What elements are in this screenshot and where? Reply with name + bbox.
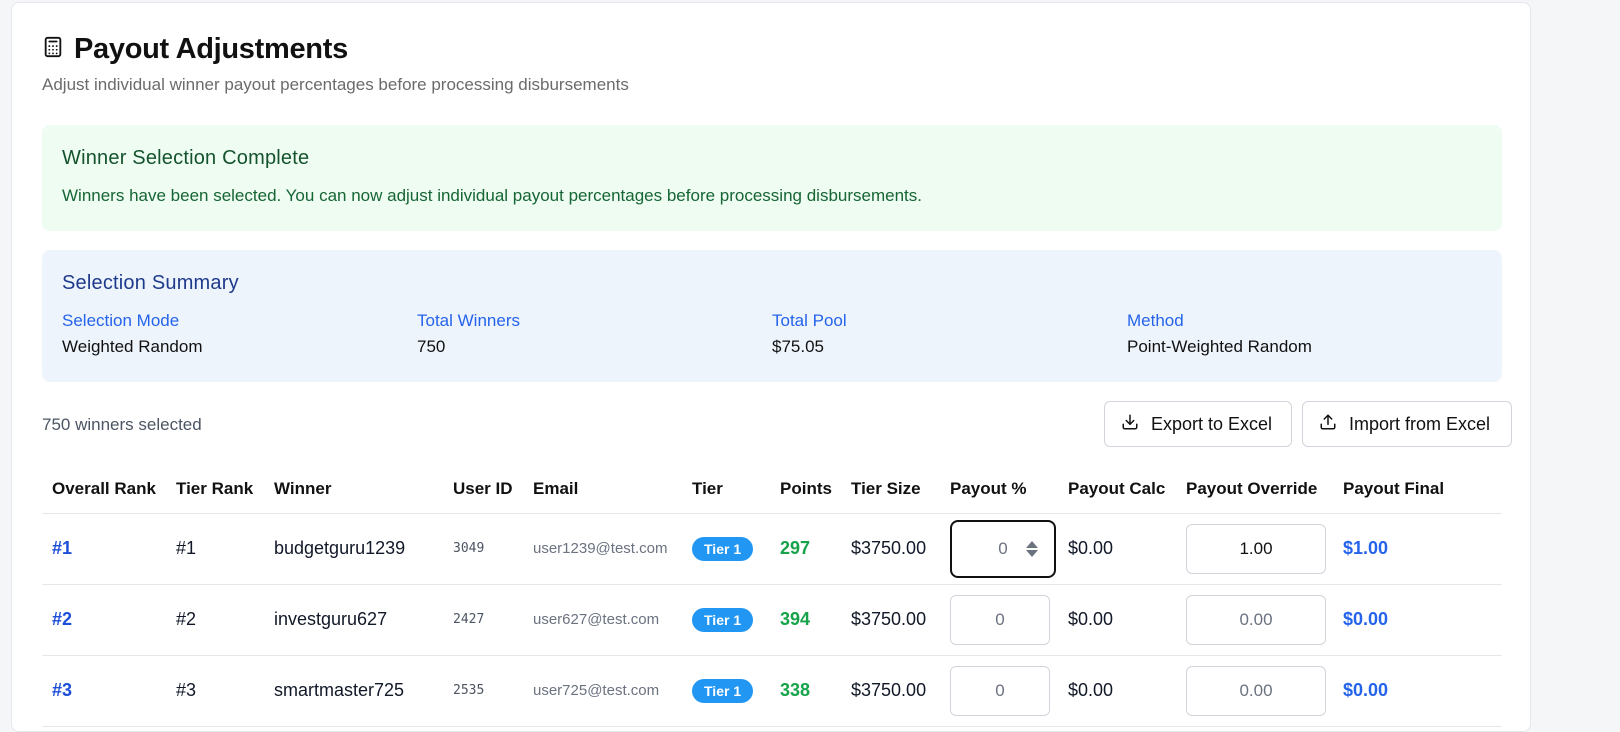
tier-cell: Tier 1	[682, 584, 770, 656]
number-spinner[interactable]	[1026, 540, 1038, 557]
upload-icon	[1319, 413, 1337, 436]
user-id: 2535	[443, 655, 523, 727]
selection-summary-title: Selection Summary	[62, 272, 239, 294]
export-button-label: Export to Excel	[1151, 413, 1273, 434]
download-icon	[1121, 413, 1139, 436]
success-alert: Winner Selection Complete Winners have b…	[42, 125, 1502, 231]
summary-value: 750	[417, 337, 446, 356]
winner-email: user627@test.com	[523, 584, 682, 656]
payout-calc: $0.00	[1058, 655, 1176, 727]
column-header-overall-rank[interactable]: Overall Rank	[42, 465, 166, 514]
column-header-payout-pct[interactable]: Payout %	[940, 465, 1058, 514]
overall-rank-link[interactable]: #3	[42, 655, 166, 727]
payout-override-cell: 1.00	[1176, 513, 1333, 585]
payout-pct-input[interactable]: 0	[950, 665, 1050, 716]
tier-badge: Tier 1	[692, 536, 754, 561]
winner-email: user725@test.com	[523, 655, 682, 727]
column-header-payout-calc[interactable]: Payout Calc	[1058, 465, 1176, 514]
points: 297	[770, 513, 841, 585]
column-header-user-id[interactable]: User ID	[443, 465, 523, 514]
tier-size: $3750.00	[841, 655, 940, 727]
summary-item-selection-mode: Selection Mode Weighted Random	[62, 311, 417, 357]
summary-item-total-pool: Total Pool $75.05	[772, 311, 1127, 357]
tier-rank: #2	[166, 584, 264, 656]
calculator-icon	[42, 36, 64, 63]
column-header-payout-final[interactable]: Payout Final	[1333, 465, 1502, 514]
payout-override-input[interactable]: 0.00	[1186, 665, 1326, 716]
winner-name: budgetguru1239	[264, 513, 443, 585]
payout-override-input[interactable]: 0.00	[1186, 594, 1326, 645]
page-title: Payout Adjustments	[74, 32, 348, 65]
payout-pct-input[interactable]: 0	[950, 594, 1050, 645]
column-header-tier-rank[interactable]: Tier Rank	[166, 465, 264, 514]
summary-label: Selection Mode	[62, 311, 180, 330]
summary-value: $75.05	[772, 337, 824, 356]
payout-pct-cell: 0	[940, 584, 1058, 656]
payout-final: $0.00	[1333, 584, 1502, 656]
tier-cell: Tier 1	[682, 655, 770, 727]
export-to-excel-button[interactable]: Export to Excel	[1104, 401, 1292, 447]
winners-count: 750 winners selected	[42, 415, 202, 434]
spinner-up-icon[interactable]	[1026, 540, 1038, 548]
payout-override-input[interactable]: 1.00	[1186, 523, 1326, 574]
summary-label: Method	[1127, 311, 1184, 330]
payout-override-cell: 0.00	[1176, 655, 1333, 727]
payout-final: $1.00	[1333, 513, 1502, 585]
winner-name: smartmaster725	[264, 655, 443, 727]
title-row: Payout Adjustments	[42, 31, 629, 67]
overall-rank-link[interactable]: #2	[42, 584, 166, 656]
success-alert-title: Winner Selection Complete	[62, 147, 310, 169]
table-header-row: Overall Rank Tier Rank Winner User ID Em…	[42, 465, 1502, 514]
import-button-label: Import from Excel	[1349, 413, 1491, 434]
payout-final: $0.00	[1333, 655, 1502, 727]
winner-email: user1239@test.com	[523, 513, 682, 585]
selection-summary: Selection Summary Selection Mode Weighte…	[42, 250, 1502, 382]
payout-calc: $0.00	[1058, 584, 1176, 656]
tier-cell: Tier 1	[682, 513, 770, 585]
payout-adjustments-card: Payout Adjustments Adjust individual win…	[11, 2, 1531, 732]
summary-value: Weighted Random	[62, 337, 203, 356]
table-row: #2 #2 investguru627 2427 user627@test.co…	[42, 584, 1502, 656]
tier-rank: #3	[166, 655, 264, 727]
payout-calc: $0.00	[1058, 513, 1176, 585]
points: 338	[770, 655, 841, 727]
table-row: #1 #1 budgetguru1239 3049 user1239@test.…	[42, 513, 1502, 585]
overall-rank-link[interactable]: #1	[42, 513, 166, 585]
summary-item-method: Method Point-Weighted Random	[1127, 311, 1482, 357]
winner-name: investguru627	[264, 584, 443, 656]
payout-pct-value: 0	[998, 538, 1008, 558]
tier-badge: Tier 1	[692, 607, 754, 632]
column-header-tier-size[interactable]: Tier Size	[841, 465, 940, 514]
table-row: #3 #3 smartmaster725 2535 user725@test.c…	[42, 655, 1502, 727]
tier-size: $3750.00	[841, 513, 940, 585]
page-header: Payout Adjustments Adjust individual win…	[42, 31, 629, 95]
tier-badge: Tier 1	[692, 678, 754, 703]
winners-table: Overall Rank Tier Rank Winner User ID Em…	[42, 465, 1502, 727]
payout-override-cell: 0.00	[1176, 584, 1333, 656]
page-subtitle: Adjust individual winner payout percenta…	[42, 75, 629, 94]
summary-grid: Selection Mode Weighted Random Total Win…	[62, 311, 1482, 357]
tier-size: $3750.00	[841, 584, 940, 656]
summary-label: Total Pool	[772, 311, 847, 330]
summary-item-total-winners: Total Winners 750	[417, 311, 772, 357]
column-header-tier[interactable]: Tier	[682, 465, 770, 514]
tier-rank: #1	[166, 513, 264, 585]
spinner-down-icon[interactable]	[1026, 549, 1038, 557]
success-alert-text: Winners have been selected. You can now …	[62, 186, 922, 205]
column-header-points[interactable]: Points	[770, 465, 841, 514]
user-id: 2427	[443, 584, 523, 656]
summary-label: Total Winners	[417, 311, 520, 330]
column-header-payout-override[interactable]: Payout Override	[1176, 465, 1333, 514]
payout-pct-input[interactable]: 0	[950, 519, 1056, 578]
import-from-excel-button[interactable]: Import from Excel	[1302, 401, 1512, 447]
winners-toolbar: 750 winners selected Export to Excel Imp…	[42, 401, 1512, 447]
column-header-email[interactable]: Email	[523, 465, 682, 514]
column-header-winner[interactable]: Winner	[264, 465, 443, 514]
payout-pct-cell: 0	[940, 513, 1058, 585]
points: 394	[770, 584, 841, 656]
user-id: 3049	[443, 513, 523, 585]
summary-value: Point-Weighted Random	[1127, 337, 1312, 356]
payout-pct-cell: 0	[940, 655, 1058, 727]
